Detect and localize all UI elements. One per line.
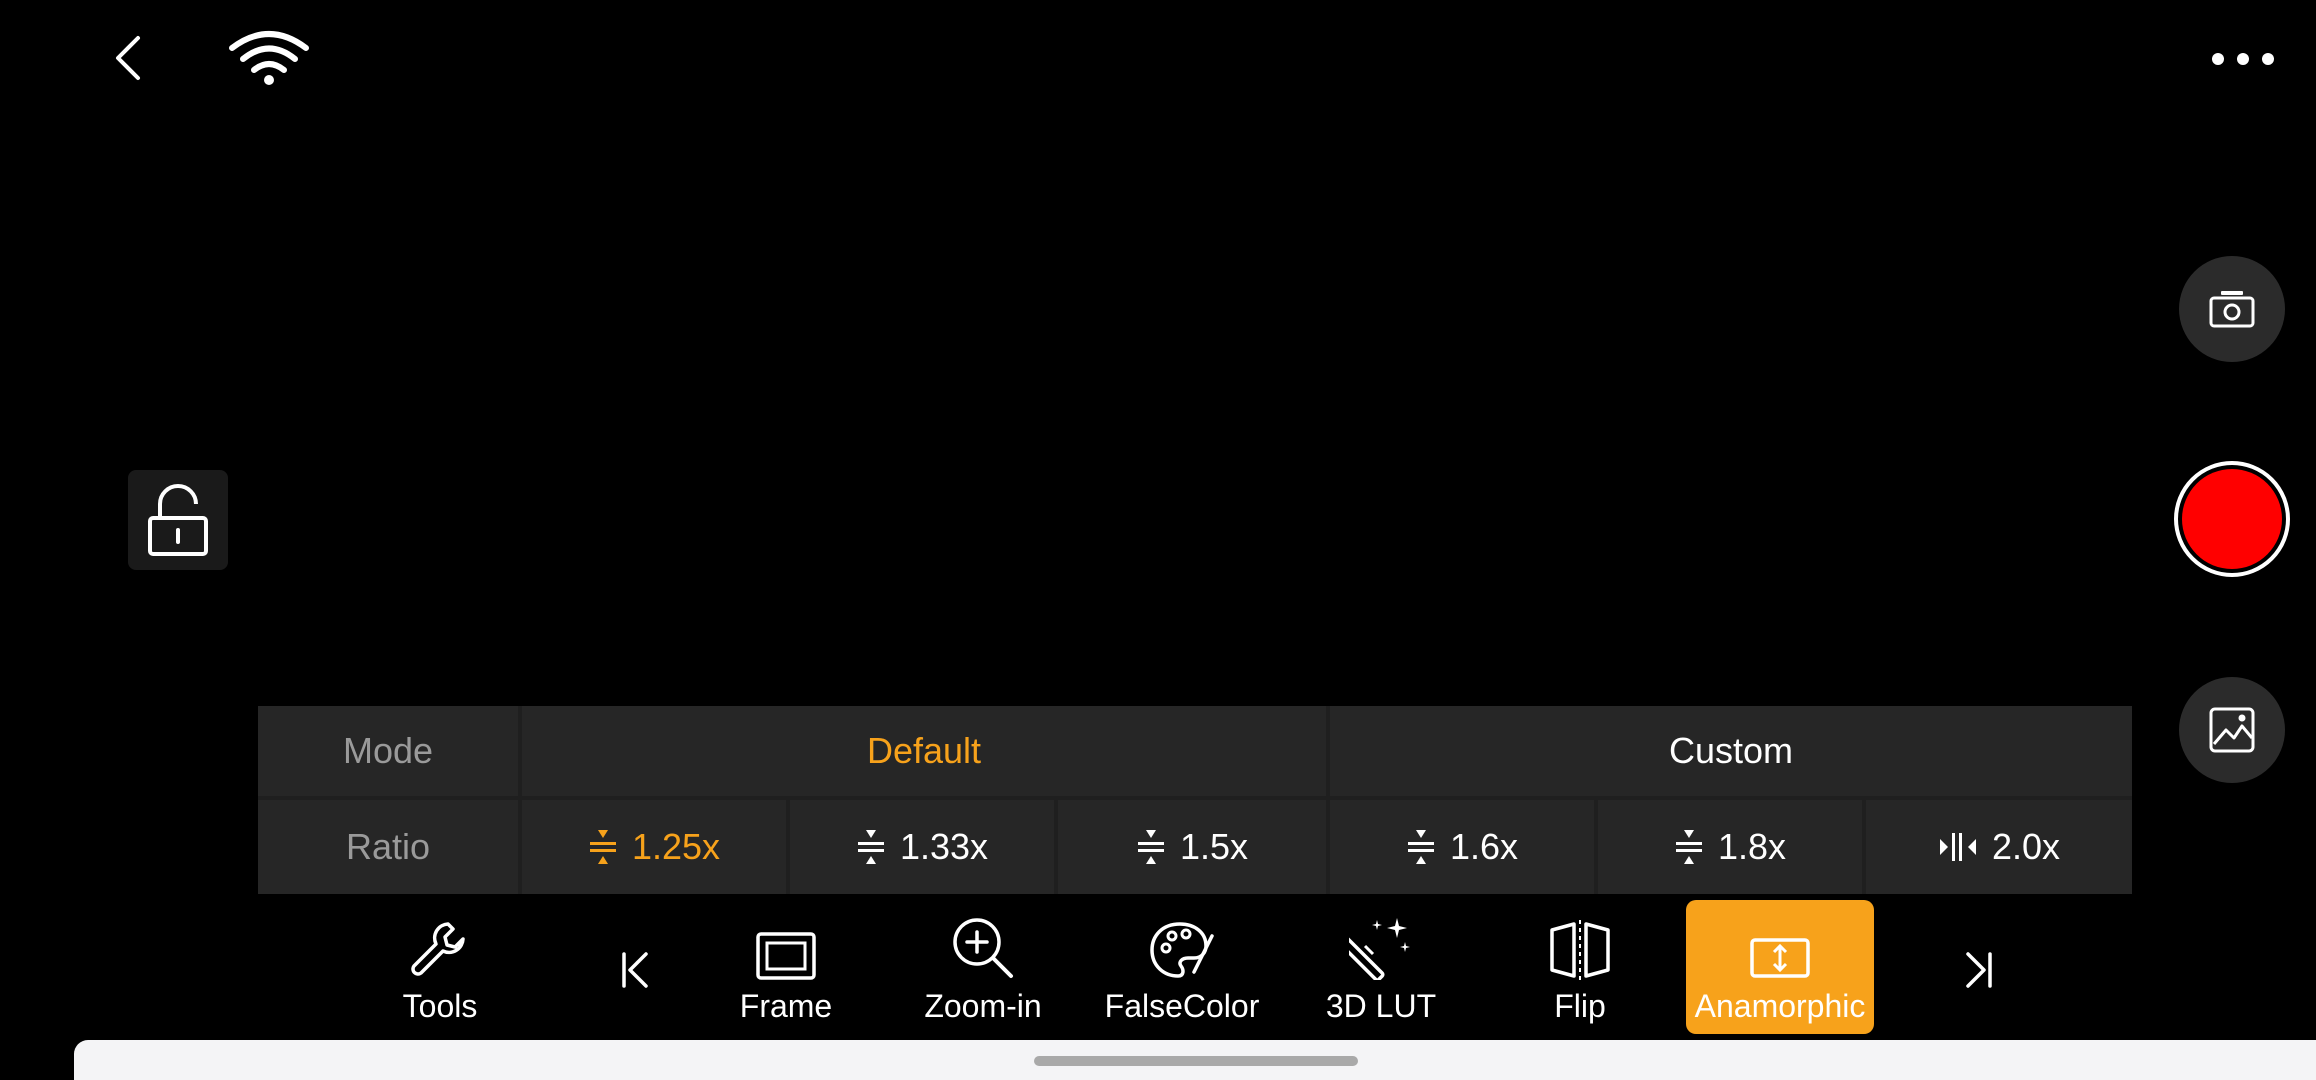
ratio-value: 1.33x [899,826,989,867]
ratio-option[interactable]: 1.25x [522,800,786,894]
frame-label: Frame [739,988,833,1024]
ratio-label: Ratio [258,800,518,894]
anamorphic-icon [1750,938,1810,978]
flip-label: Flip [1554,988,1606,1024]
ratio-option[interactable]: 2.0x [1866,800,2132,894]
ratio-value: 1.5x [1179,826,1249,867]
wrench-icon [411,922,465,976]
vertical-squeeze-icon [589,830,616,864]
flip-icon [1550,920,1610,980]
anamorphic-tool[interactable]: Anamorphic [1686,900,1874,1034]
mode-label: Mode [258,706,518,796]
zoom-in-tool[interactable]: Zoom-in [918,900,1048,1034]
record-icon [2182,469,2282,569]
ratio-option[interactable]: 1.6x [1330,800,1594,894]
mode-default-option[interactable]: Default [522,706,1326,796]
wifi-icon [229,31,309,85]
falsecolor-label: FalseColor [1104,988,1260,1024]
3d-lut-label: 3D LUT [1325,988,1437,1024]
ratio-value: 2.0x [1991,826,2061,867]
frame-tool[interactable]: Frame [724,900,848,1034]
magic-wand-icon [1349,918,1410,980]
more-horizontal-icon [2212,53,2274,65]
more-options-button[interactable] [2208,44,2278,74]
camera-icon [2209,291,2255,328]
zoom-in-label: Zoom-in [924,988,1042,1024]
frame-icon [756,932,816,980]
palette-icon [1150,922,1214,978]
flip-tool[interactable]: Flip [1518,900,1642,1034]
zoom-in-icon [953,918,1013,978]
vertical-squeeze-icon [1137,830,1164,864]
unlock-icon [148,484,208,556]
falsecolor-tool[interactable]: FalseColor [1100,900,1264,1034]
3d-lut-tool[interactable]: 3D LUT [1318,900,1444,1034]
snapshot-button[interactable] [2179,256,2285,362]
gallery-icon [2209,707,2255,753]
home-indicator[interactable] [1034,1056,1358,1066]
anamorphic-label: Anamorphic [1694,988,1866,1024]
tools-button[interactable]: Tools [378,900,502,1034]
ratio-option[interactable]: 1.5x [1058,800,1326,894]
horizontal-squeeze-icon [1939,833,1976,861]
lock-button[interactable] [128,470,228,570]
ratio-value: 1.8x [1717,826,1787,867]
wifi-status [228,30,310,86]
vertical-squeeze-icon [857,830,884,864]
tools-label: Tools [402,988,478,1024]
skip-end-icon[interactable] [1958,950,1998,990]
back-button[interactable] [104,28,154,88]
ratio-value: 1.25x [631,826,721,867]
skip-start-icon[interactable] [616,950,656,990]
vertical-squeeze-icon [1407,830,1434,864]
ratio-option[interactable]: 1.8x [1598,800,1862,894]
ratio-option[interactable]: 1.33x [790,800,1054,894]
mode-custom-option[interactable]: Custom [1330,706,2132,796]
ratio-value: 1.6x [1449,826,1519,867]
chevron-left-icon [116,36,140,80]
anamorphic-panel: Mode Default Custom Ratio 1.25x 1.33x 1.… [258,706,2132,894]
gallery-button[interactable] [2179,677,2285,783]
record-button[interactable] [2174,461,2290,577]
vertical-squeeze-icon [1675,830,1702,864]
